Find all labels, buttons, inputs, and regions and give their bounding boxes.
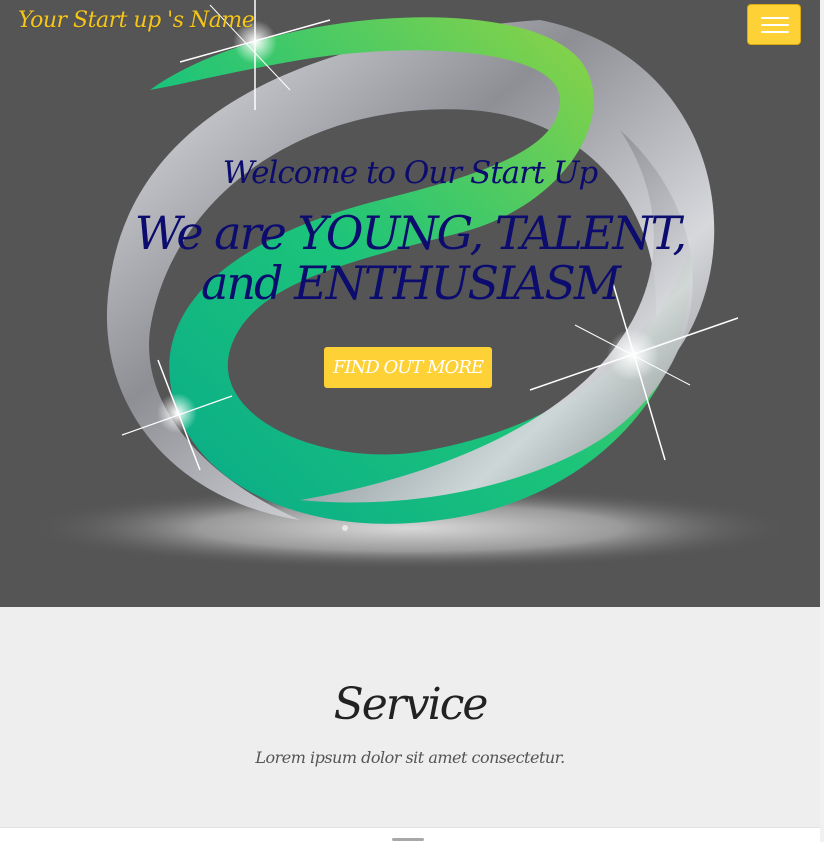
services-section: Service Lorem ipsum dolor sit amet conse… <box>0 607 820 827</box>
bottom-drawer <box>0 827 820 842</box>
menu-toggle-button[interactable] <box>747 4 801 45</box>
scrollbar[interactable] <box>820 0 824 842</box>
section-heading: Service <box>333 679 489 730</box>
brand-link[interactable]: Your Start up 's Name <box>18 8 255 33</box>
hero-section: Your Start up 's Name Welcome to Our Sta… <box>0 0 820 607</box>
hero-heading: We are YOUNG, TALENT, and ENTHUSIASM <box>134 206 687 310</box>
hero-lead-text: Welcome to Our Start Up <box>222 155 599 191</box>
section-subheading: Lorem ipsum dolor sit amet consectetur. <box>255 748 565 767</box>
find-out-more-button[interactable]: FIND OUT MORE <box>324 347 492 388</box>
drag-handle[interactable] <box>392 838 424 841</box>
